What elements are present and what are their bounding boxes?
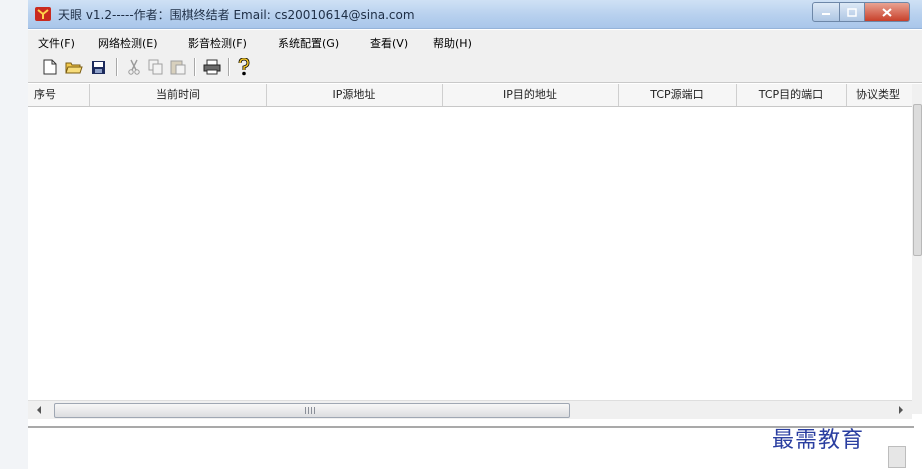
minimize-icon xyxy=(822,13,830,15)
table-header: 序号 当前时间 IP源地址 IP目的地址 TCP源端口 TCP目的端口 协议类型 xyxy=(28,84,914,107)
vertical-scroll-thumb[interactable] xyxy=(913,104,922,256)
toolbar-separator xyxy=(228,58,230,76)
menu-bar: 文件(F) 网络检测(E) 影音检测(F) 系统配置(G) 查看(V) 帮助(H… xyxy=(28,30,922,52)
paste-button[interactable] xyxy=(168,57,188,77)
menu-system-config[interactable]: 系统配置(G) xyxy=(278,35,339,51)
watermark-text: 最需教育 xyxy=(772,428,865,453)
column-header-tcp-dst-port[interactable]: TCP目的端口 xyxy=(736,84,847,106)
column-header-tcp-src-port[interactable]: TCP源端口 xyxy=(618,84,737,106)
maximize-icon xyxy=(847,7,857,17)
arrow-left-icon xyxy=(37,406,41,414)
menu-file[interactable]: 文件(F) xyxy=(38,35,75,51)
print-icon xyxy=(203,59,221,75)
packet-list[interactable] xyxy=(28,107,912,398)
help-button[interactable] xyxy=(234,57,254,77)
new-file-icon xyxy=(43,59,57,75)
cut-icon xyxy=(128,59,140,75)
copy-button[interactable] xyxy=(146,57,166,77)
toolbar-separator xyxy=(116,58,118,76)
save-button[interactable] xyxy=(88,57,108,77)
horizontal-scrollbar[interactable] xyxy=(28,400,912,419)
menu-view[interactable]: 查看(V) xyxy=(370,35,408,51)
minimize-button[interactable] xyxy=(812,2,840,22)
open-folder-icon xyxy=(65,62,83,74)
vertical-scrollbar[interactable] xyxy=(912,84,922,414)
toolbar xyxy=(28,52,922,83)
arrow-right-icon xyxy=(899,406,903,414)
print-button[interactable] xyxy=(202,57,222,77)
paste-icon xyxy=(170,60,186,75)
app-logo-icon xyxy=(35,7,51,21)
column-header-index[interactable]: 序号 xyxy=(28,84,90,106)
title-bar[interactable]: 天眼 v1.2-----作者：围棋终结者 Email: cs20010614@s… xyxy=(28,0,922,29)
column-header-protocol[interactable]: 协议类型 xyxy=(846,84,914,106)
desktop-left-strip xyxy=(0,0,29,469)
column-header-src-ip[interactable]: IP源地址 xyxy=(266,84,443,106)
copy-icon xyxy=(148,59,163,75)
maximize-button[interactable] xyxy=(840,2,865,22)
menu-network-detect[interactable]: 网络检测(E) xyxy=(98,35,158,51)
new-button[interactable] xyxy=(40,57,60,77)
caption-buttons xyxy=(812,2,910,22)
close-button[interactable] xyxy=(865,2,910,22)
scroll-grip-icon xyxy=(305,407,317,414)
help-icon xyxy=(238,58,250,76)
detail-pane-scroll-thumb[interactable] xyxy=(888,446,906,468)
horizontal-scroll-thumb[interactable] xyxy=(54,403,570,418)
column-header-dst-ip[interactable]: IP目的地址 xyxy=(442,84,619,106)
column-header-time[interactable]: 当前时间 xyxy=(90,84,267,106)
app-window: 天眼 v1.2-----作者：围棋终结者 Email: cs20010614@s… xyxy=(28,0,922,471)
window-title: 天眼 v1.2-----作者：围棋终结者 Email: cs20010614@s… xyxy=(58,8,415,22)
scroll-right-button[interactable] xyxy=(894,403,908,417)
menu-media-detect[interactable]: 影音检测(F) xyxy=(188,35,247,51)
open-button[interactable] xyxy=(64,57,84,77)
cut-button[interactable] xyxy=(124,57,144,77)
toolbar-separator xyxy=(194,58,196,76)
close-icon xyxy=(882,7,892,17)
save-icon xyxy=(91,60,105,74)
scroll-left-button[interactable] xyxy=(32,403,46,417)
menu-help[interactable]: 帮助(H) xyxy=(433,35,472,51)
